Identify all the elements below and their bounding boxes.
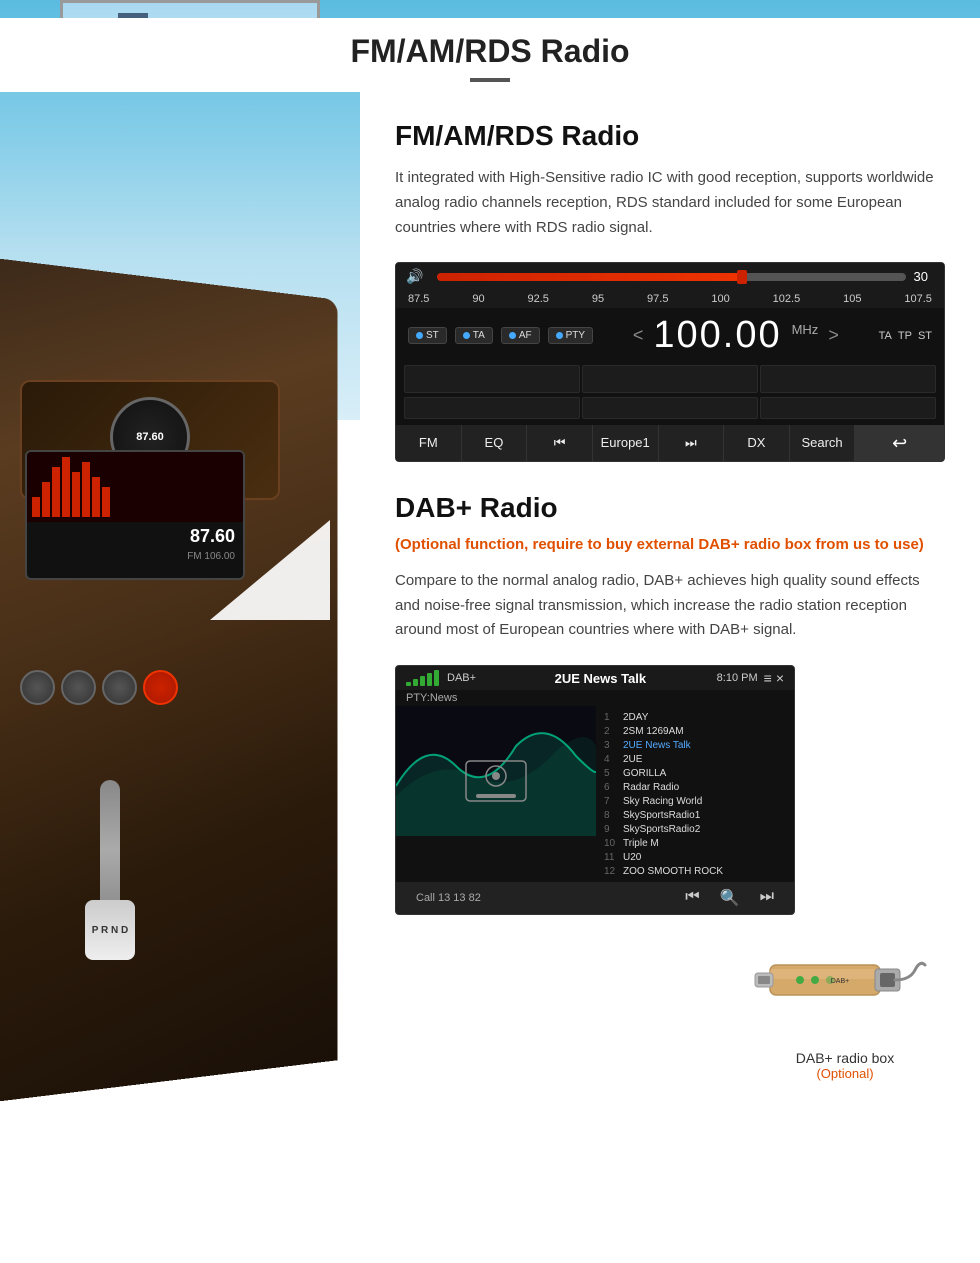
title-underline	[470, 78, 510, 82]
preset-5[interactable]	[582, 397, 758, 419]
preset-4[interactable]	[404, 397, 580, 419]
dab-top-bar: DAB+ 2UE News Talk 8:10 PM ≡ ×	[396, 666, 794, 690]
volume-bar: 🔊 30	[396, 263, 944, 290]
next-button[interactable]: ⏭	[659, 425, 725, 461]
channel-list: 1 2DAY 2 2SM 1269AM 3 2UE News Talk	[596, 706, 794, 882]
preset-6[interactable]	[760, 397, 936, 419]
preset-row-2	[396, 395, 944, 425]
channel-4[interactable]: 4 2UE	[604, 752, 786, 766]
close-icon: ×	[776, 670, 784, 686]
preset-2[interactable]	[582, 365, 758, 393]
channel-8[interactable]: 8 SkySportsRadio1	[604, 808, 786, 822]
dab-bottom-bar: Call 13 13 82 ⏮ 🔍 ⏭	[396, 882, 794, 914]
af-button[interactable]: AF	[501, 327, 540, 344]
bar-5	[434, 670, 439, 686]
dab-desc: Compare to the normal analog radio, DAB+…	[395, 569, 945, 643]
eq-button[interactable]: EQ	[462, 425, 528, 461]
radio-controls: ST TA AF PTY <	[396, 308, 944, 363]
radio-bottom-bar: FM EQ ⏮ Europe1 ⏭ DX Search ↩	[396, 425, 944, 461]
dab-section-title: DAB+ Radio	[395, 492, 945, 524]
dab-radio-box-illustration: DAB+	[750, 925, 940, 1035]
st-label-right: ST	[918, 330, 932, 342]
ta-label-right: TA	[879, 330, 892, 342]
channel-7[interactable]: 7 Sky Racing World	[604, 794, 786, 808]
dashboard-controls	[10, 660, 210, 715]
back-button[interactable]: ↩	[855, 425, 944, 461]
europe1-button[interactable]: Europe1	[593, 425, 659, 461]
freq-unit: MHz	[792, 322, 819, 337]
bar-3	[420, 676, 425, 686]
dab-waveform-visual	[396, 706, 596, 836]
dab-next-button[interactable]: ⏭	[760, 888, 774, 908]
channel-2[interactable]: 2 2SM 1269AM	[604, 724, 786, 738]
channel-12[interactable]: 12 ZOO SMOOTH ROCK	[604, 864, 786, 878]
bar-2	[413, 679, 418, 686]
left-background: 87.60 87.60 FM 106.00	[0, 80, 370, 1263]
bar-4	[427, 673, 432, 686]
volume-fill	[437, 273, 741, 281]
preset-3[interactable]	[760, 365, 936, 393]
pty-button[interactable]: PTY	[548, 327, 593, 344]
fm-section-title: FM/AM/RDS Radio	[395, 120, 945, 152]
volume-number: 30	[914, 269, 928, 284]
volume-icon: 🔊	[406, 268, 423, 285]
st-button[interactable]: ST	[408, 327, 447, 344]
freq-next-arrow[interactable]: >	[828, 325, 839, 346]
page-container: 87.60 87.60 FM 106.00	[0, 0, 980, 1263]
right-buttons: TA TP ST	[879, 330, 932, 342]
dab-label: DAB+	[447, 672, 476, 684]
volume-thumb	[737, 270, 747, 284]
pointer-arrow	[210, 520, 330, 625]
channel-5[interactable]: 5 GORILLA	[604, 766, 786, 780]
dab-section: DAB+ Radio (Optional function, require t…	[395, 492, 945, 1081]
fm-button[interactable]: FM	[396, 425, 462, 461]
dab-box-label: DAB+ radio box (Optional)	[745, 1050, 945, 1081]
fm-section-desc: It integrated with High-Sensitive radio …	[395, 166, 945, 240]
preset-row-1	[396, 363, 944, 395]
svg-text:DAB+: DAB+	[831, 978, 849, 985]
signal-bars	[406, 670, 439, 686]
channel-11[interactable]: 11 U20	[604, 850, 786, 864]
tp-label: TP	[898, 330, 912, 342]
content-panel: FM/AM/RDS Radio It integrated with High-…	[360, 90, 980, 1190]
channel-9[interactable]: 9 SkySportsRadio2	[604, 822, 786, 836]
call-text: Call 13 13 82	[416, 892, 481, 904]
dab-box-area: DAB+ DAB+ radio box (Optional)	[745, 915, 945, 1081]
dab-pty: PTY:News	[396, 690, 794, 706]
dab-main-area: 1 2DAY 2 2SM 1269AM 3 2UE News Talk	[396, 706, 794, 882]
fm-radio-ui: 🔊 30 87.5 90 92.5 95 97.5 100	[395, 262, 945, 462]
dab-radio-ui: DAB+ 2UE News Talk 8:10 PM ≡ × PTY:News	[395, 665, 795, 915]
ta-button-left[interactable]: TA	[455, 327, 493, 344]
channel-1[interactable]: 1 2DAY	[604, 710, 786, 724]
page-title-section: FM/AM/RDS Radio	[0, 18, 980, 92]
fm-section: FM/AM/RDS Radio It integrated with High-…	[395, 120, 945, 462]
dx-button[interactable]: DX	[724, 425, 790, 461]
channel-10[interactable]: 10 Triple M	[604, 836, 786, 850]
search-button[interactable]: Search	[790, 425, 856, 461]
dab-optional-text: (Optional function, require to buy exter…	[395, 534, 945, 557]
dab-prev-button[interactable]: ⏮	[685, 888, 699, 908]
current-frequency: 100.00	[653, 314, 781, 357]
volume-track	[437, 273, 905, 281]
channel-6[interactable]: 6 Radar Radio	[604, 780, 786, 794]
freq-display: < 100.00 MHz >	[601, 314, 871, 357]
prev-button[interactable]: ⏮	[527, 425, 593, 461]
current-station-name: 2UE News Talk	[484, 671, 717, 686]
page-title: FM/AM/RDS Radio	[0, 33, 980, 70]
freq-scale: 87.5 90 92.5 95 97.5 100 102.5 105 107.5	[396, 290, 944, 308]
preset-1[interactable]	[404, 365, 580, 393]
dab-search-button[interactable]: 🔍	[720, 888, 740, 908]
channel-3[interactable]: 3 2UE News Talk	[604, 738, 786, 752]
dab-bottom-icons: ⏮ 🔍 ⏭	[685, 888, 774, 908]
dab-ui-row: DAB+ 2UE News Talk 8:10 PM ≡ × PTY:News	[395, 665, 945, 1081]
bar-1	[406, 682, 411, 686]
dab-time: 8:10 PM	[717, 672, 758, 684]
gear-shift-area: P R N D	[60, 780, 160, 980]
menu-icon: ≡	[764, 670, 772, 686]
freq-prev-arrow[interactable]: <	[633, 325, 644, 346]
dab-visual	[396, 706, 596, 836]
